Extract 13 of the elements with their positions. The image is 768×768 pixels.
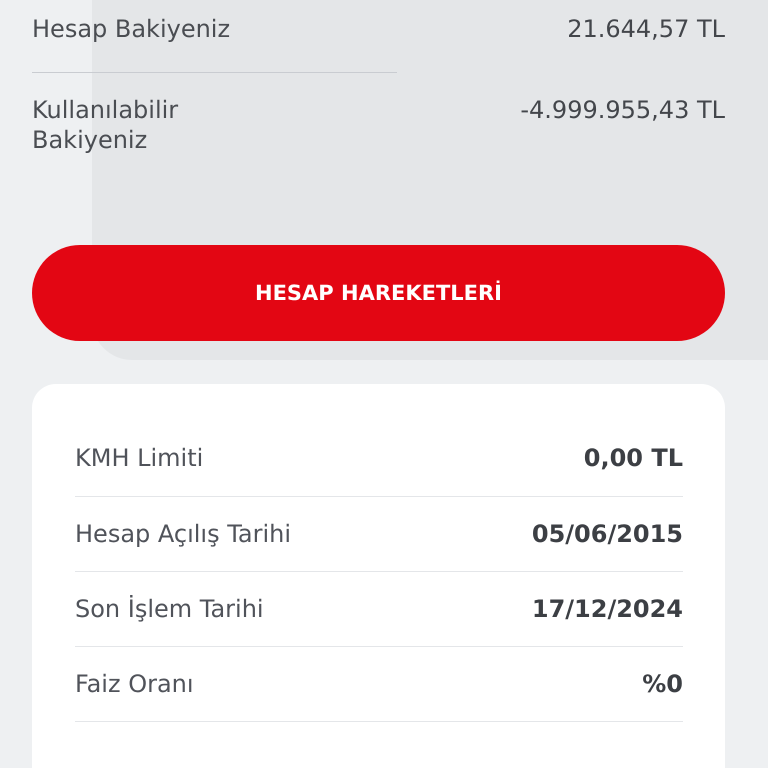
account-transactions-button[interactable]: HESAP HAREKETLERİ	[32, 245, 725, 341]
detail-label: Faiz Oranı	[75, 670, 194, 698]
balance-amount: -4.999.955,43 TL	[520, 95, 725, 125]
balance-label: Hesap Bakiyeniz	[32, 14, 232, 44]
detail-value: 17/12/2024	[532, 595, 683, 623]
detail-value: 05/06/2015	[532, 520, 683, 548]
detail-value: 0,00 TL	[584, 444, 683, 472]
detail-label: Hesap Açılış Tarihi	[75, 520, 292, 548]
detail-label: KMH Limiti	[75, 444, 204, 472]
balance-amount: 21.644,57 TL	[567, 14, 725, 44]
detail-label: Son İşlem Tarihi	[75, 595, 264, 623]
detail-value: %0	[642, 670, 683, 698]
balance-label: Kullanılabilir Bakiyeniz	[32, 95, 180, 155]
